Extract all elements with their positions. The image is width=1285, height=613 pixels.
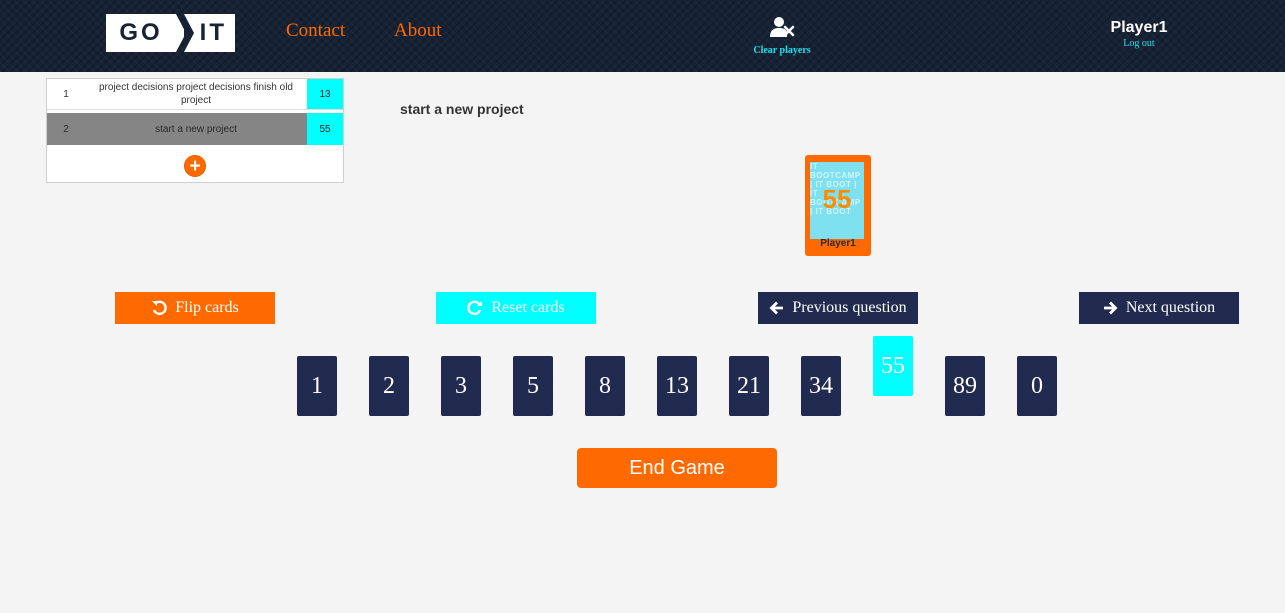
rotate-ccw-icon <box>151 300 167 316</box>
question-row-selected[interactable]: 2 start a new project 55 <box>47 113 343 145</box>
logo-go-text: GO <box>106 14 176 52</box>
nav-link-contact[interactable]: Contact <box>286 20 345 42</box>
flip-cards-label: Flip cards <box>175 299 239 316</box>
previous-question-label: Previous question <box>792 299 907 316</box>
player-card-name: Player1 <box>820 238 856 249</box>
question-text: project decisions project decisions fini… <box>99 82 293 106</box>
clear-players-label: Clear players <box>753 45 811 56</box>
vote-card-89[interactable]: 89 <box>945 356 985 416</box>
player-card-value: 55 <box>822 184 852 214</box>
question-list: 1 project decisions project decisions fi… <box>46 78 344 183</box>
previous-question-button[interactable]: Previous question <box>758 292 918 324</box>
arrow-right-icon <box>1103 301 1118 315</box>
clear-players-button[interactable]: Clear players <box>744 16 820 56</box>
card-face: IT BOOTCAMP | IT BOOT | IT BOOTCAMP | IT… <box>810 162 864 239</box>
user-name: Player1 <box>1110 19 1168 36</box>
add-question-button[interactable]: + <box>184 155 206 177</box>
next-question-button[interactable]: Next question <box>1079 292 1239 324</box>
vote-card-21[interactable]: 21 <box>729 356 769 416</box>
question-score: 55 <box>307 113 343 145</box>
vote-card-8[interactable]: 8 <box>585 356 625 416</box>
logout-link[interactable]: Log out <box>1100 38 1178 49</box>
vote-card-55-selected[interactable]: 55 <box>873 336 913 396</box>
vote-card-13[interactable]: 13 <box>657 356 697 416</box>
vote-card-2[interactable]: 2 <box>369 356 409 416</box>
question-row[interactable]: 1 project decisions project decisions fi… <box>47 79 343 110</box>
refresh-icon <box>467 300 483 316</box>
vote-card-0[interactable]: 0 <box>1017 356 1057 416</box>
reset-cards-label: Reset cards <box>491 299 565 316</box>
nav-link-about[interactable]: About <box>394 20 442 42</box>
question-number: 1 <box>63 88 69 100</box>
vote-card-34[interactable]: 34 <box>801 356 841 416</box>
reset-cards-button[interactable]: Reset cards <box>436 292 596 324</box>
next-question-label: Next question <box>1125 299 1216 316</box>
question-number: 2 <box>63 123 69 135</box>
current-question-title: start a new project <box>400 101 524 117</box>
arrow-left-icon <box>769 301 784 315</box>
question-score: 13 <box>307 79 343 109</box>
vote-card-1[interactable]: 1 <box>297 356 337 416</box>
remove-user-icon <box>767 17 797 42</box>
question-text: start a new project <box>155 123 237 135</box>
player-vote-card: IT BOOTCAMP | IT BOOT | IT BOOTCAMP | IT… <box>805 155 871 256</box>
top-header: GO IT Contact About Clear players Player… <box>0 0 1285 72</box>
end-game-button[interactable]: End Game <box>577 448 777 488</box>
flip-cards-button[interactable]: Flip cards <box>115 292 275 324</box>
vote-card-5[interactable]: 5 <box>513 356 553 416</box>
user-box: Player1 Log out <box>1100 19 1178 49</box>
vote-card-3[interactable]: 3 <box>441 356 481 416</box>
goit-logo[interactable]: GO IT <box>106 14 235 52</box>
